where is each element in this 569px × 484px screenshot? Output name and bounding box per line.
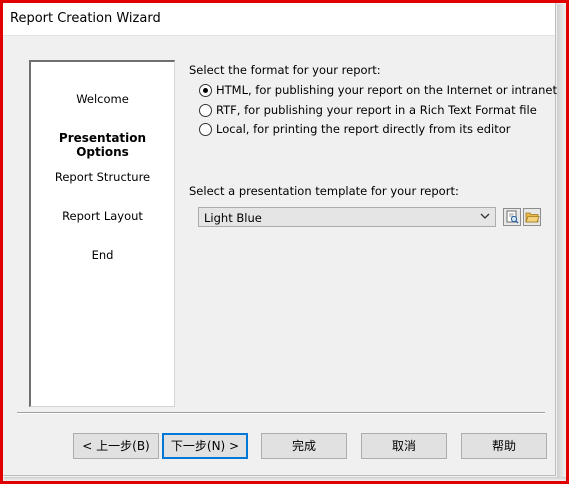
template-prompt: Select a presentation template for your … [189,184,459,198]
radio-rtf[interactable] [199,104,212,117]
template-dropdown[interactable]: Light Blue [198,207,496,227]
footer-separator [17,412,545,414]
template-selected-value: Light Blue [204,211,262,225]
help-button[interactable]: 帮助 [461,433,547,459]
format-option-html-label: HTML, for publishing your report on the … [216,83,557,97]
wizard-dialog: Report Creation Wizard Welcome Presentat… [3,3,557,476]
radio-selected-dot [203,88,208,93]
radio-html[interactable] [199,84,212,97]
step-welcome: Welcome [76,92,129,106]
window-shadow-right [557,4,566,480]
step-presentation-options: Presentation Options [58,131,147,159]
window-title: Report Creation Wizard [10,11,161,26]
back-button[interactable]: < 上一步(B) [73,433,159,459]
format-option-local-label: Local, for printing the report directly … [216,122,511,136]
cancel-button[interactable]: 取消 [361,433,447,459]
open-folder-icon [525,212,540,223]
browse-template-button[interactable] [523,208,541,226]
format-prompt: Select the format for your report: [189,63,381,77]
step-report-structure: Report Structure [54,170,151,184]
radio-local[interactable] [199,123,212,136]
preview-template-button[interactable] [503,208,521,226]
preview-icon [506,210,519,224]
next-button[interactable]: 下一步(N) > [162,433,248,459]
window-shadow-bottom [4,477,566,481]
step-end: End [91,248,114,262]
finish-button[interactable]: 完成 [261,433,347,459]
format-option-rtf-label: RTF, for publishing your report in a Ric… [216,103,537,117]
chevron-down-icon [480,213,490,219]
title-bar[interactable]: Report Creation Wizard [3,3,555,36]
steps-panel: Welcome Presentation Options Report Stru… [29,60,175,407]
step-report-layout: Report Layout [62,209,143,223]
